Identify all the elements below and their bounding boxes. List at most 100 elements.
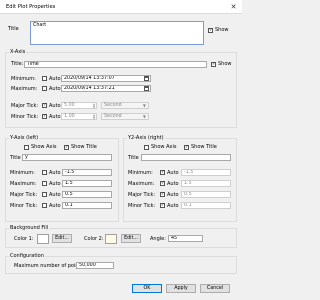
x-axis-minor-tick-unit: Second (104, 114, 122, 119)
color1-edit-button[interactable]: Edit... (52, 234, 72, 243)
y-axis-left-minimum-label: Minimum: (10, 170, 35, 176)
chart-title-input[interactable]: Chart (30, 21, 204, 45)
x-axis-title-input[interactable]: Time (24, 61, 207, 68)
y2-axis-minor-tick-auto-label: Auto (167, 203, 179, 209)
y2-axis-minor-tick-auto-checkbox[interactable] (160, 203, 165, 208)
angle-input[interactable]: 45 (168, 235, 203, 242)
y-axis-left-show-axis-checkbox[interactable] (24, 145, 29, 150)
x-axis-minor-tick-unit-select[interactable]: Second ▼ (101, 113, 149, 120)
apply-button[interactable]: Apply (166, 284, 196, 293)
y2-axis-major-tick-auto-label: Auto (167, 192, 179, 198)
y-axis-left-major-tick-label: Major Tick: (10, 192, 38, 198)
y2-axis-major-tick-input[interactable]: 0.5 (181, 191, 231, 198)
y-axis-left-minimum-auto-checkbox[interactable] (42, 170, 47, 175)
max-points-input[interactable]: 50,000 (76, 262, 114, 269)
y2-axis-maximum-label: Maximum: (128, 181, 155, 187)
color2-edit-button[interactable]: Edit... (121, 234, 141, 243)
ok-button[interactable]: OK (132, 284, 162, 293)
calendar-icon[interactable] (144, 86, 149, 91)
y2-axis-minimum-auto-checkbox[interactable] (160, 170, 165, 175)
spinner-arrows-icon[interactable]: ▲ ▼ (92, 103, 96, 109)
y2-axis-minor-tick-input[interactable]: 0.1 (181, 202, 231, 209)
y-axis-left-group-title: Y-Axis (left) (9, 135, 40, 141)
x-axis-major-tick-unit-select[interactable]: Second ▼ (101, 102, 149, 109)
y2-axis-title-label: Title (128, 155, 139, 161)
y-axis-left-title-input[interactable]: y (22, 154, 112, 161)
x-axis-maximum-label: Maximum: (11, 86, 38, 92)
y-axis-left-minor-tick-label: Minor Tick: (10, 203, 38, 209)
configuration-group-title: Configuration (9, 253, 45, 259)
x-axis-minimum-auto-checkbox[interactable] (42, 76, 47, 81)
y2-axis-minimum-auto-label: Auto (167, 170, 179, 176)
y2-axis-maximum-auto-label: Auto (167, 181, 179, 187)
y-axis-left-maximum-auto-checkbox[interactable] (42, 181, 47, 186)
chevron-down-icon: ▼ (142, 103, 146, 108)
chevron-down-icon: ▼ (142, 114, 146, 119)
y2-axis-show-axis-checkbox[interactable] (144, 145, 149, 150)
y-axis-left-title-label: Title (10, 155, 21, 161)
title-show-checkbox[interactable] (208, 28, 213, 33)
y-axis-left-minimum-input[interactable]: -1.5 (62, 169, 112, 176)
title-label: Title (8, 26, 19, 32)
x-axis-major-tick-auto-label: Auto (49, 103, 61, 109)
y2-axis-minimum-input[interactable]: -1.5 (181, 169, 231, 176)
title-show-label: Show (215, 27, 229, 33)
y2-axis-maximum-auto-checkbox[interactable] (160, 181, 165, 186)
color1-label: Color 1: (14, 236, 34, 242)
y2-axis-major-tick-label: Major Tick: (128, 192, 156, 198)
y-axis-left-minor-tick-auto-checkbox[interactable] (42, 203, 47, 208)
x-axis-maximum-auto-checkbox[interactable] (42, 86, 47, 91)
x-axis-maximum-value: 2020/09/14 13:37:21 (64, 86, 115, 91)
color1-swatch[interactable] (37, 234, 49, 244)
calendar-icon[interactable] (144, 76, 149, 81)
y2-axis-major-tick-auto-checkbox[interactable] (160, 192, 165, 197)
color2-label: Color 2: (84, 236, 104, 242)
cancel-button[interactable]: Cancel (200, 284, 230, 293)
x-axis-major-tick-auto-checkbox[interactable] (42, 103, 47, 108)
x-axis-maximum-auto-label: Auto (49, 86, 61, 92)
y2-axis-right-group-title: Y2-Axis (right) (127, 135, 165, 141)
x-axis-minor-tick-value: 1.00 (64, 114, 75, 119)
y-axis-left-major-tick-auto-checkbox[interactable] (42, 192, 47, 197)
y2-axis-show-title-label: Show Title (191, 144, 217, 150)
y-axis-left-minor-tick-auto-label: Auto (49, 203, 61, 209)
y-axis-left-maximum-input[interactable]: 1.5 (62, 180, 112, 187)
y-axis-left-minimum-auto-label: Auto (49, 170, 61, 176)
x-axis-maximum-datetime[interactable]: 2020/09/14 13:37:21 (61, 85, 151, 92)
color2-swatch[interactable] (105, 234, 117, 244)
x-axis-minimum-label: Minimum: (11, 76, 36, 82)
x-axis-minor-tick-label: Minor Tick: (11, 114, 39, 120)
x-axis-title-label: Title: (11, 61, 24, 67)
y-axis-left-major-tick-auto-label: Auto (49, 192, 61, 198)
angle-label: Angle: (150, 236, 166, 242)
x-axis-minimum-datetime[interactable]: 2020/09/14 13:37:07 (61, 75, 151, 82)
y-axis-left-major-tick-input[interactable]: 0.5 (62, 191, 112, 198)
close-icon[interactable]: ✕ (229, 3, 238, 12)
y2-axis-maximum-input[interactable]: 1.5 (181, 180, 231, 187)
x-axis-minor-tick-auto-checkbox[interactable] (42, 114, 47, 119)
y-axis-left-minor-tick-input[interactable]: 0.1 (62, 202, 112, 209)
background-fill-group-title: Background Fill (9, 225, 50, 231)
y-axis-left-show-title-checkbox[interactable] (64, 145, 69, 150)
window-title: Edit Plot Properties (6, 4, 56, 10)
title-bar: Edit Plot Properties ✕ (0, 0, 242, 14)
x-axis-show-checkbox[interactable] (211, 62, 216, 67)
y2-axis-title-input[interactable] (141, 154, 231, 161)
y-axis-left-show-title-label: Show Title (71, 144, 97, 150)
x-axis-show-label: Show (218, 61, 232, 67)
x-axis-major-tick-unit: Second (104, 103, 122, 108)
y2-axis-minor-tick-label: Minor Tick: (128, 203, 156, 209)
x-axis-minor-tick-auto-label: Auto (49, 114, 61, 120)
max-points-label: Maximum number of points: (14, 263, 85, 269)
x-axis-minimum-auto-label: Auto (49, 76, 61, 82)
x-axis-major-tick-label: Major Tick: (11, 103, 39, 109)
y-axis-left-maximum-auto-label: Auto (49, 181, 61, 187)
y-axis-left-maximum-label: Maximum: (10, 181, 37, 187)
y2-axis-minimum-label: Minimum: (128, 170, 153, 176)
x-axis-minimum-value: 2020/09/14 13:37:07 (64, 76, 115, 81)
spinner-arrows-icon[interactable]: ▲ ▼ (92, 114, 96, 120)
y2-axis-show-axis-label: Show Axis (151, 144, 177, 150)
x-axis-group-title: X-Axis (9, 49, 27, 55)
y-axis-left-show-axis-label: Show Axis (31, 144, 57, 150)
y2-axis-show-title-checkbox[interactable] (184, 145, 189, 150)
